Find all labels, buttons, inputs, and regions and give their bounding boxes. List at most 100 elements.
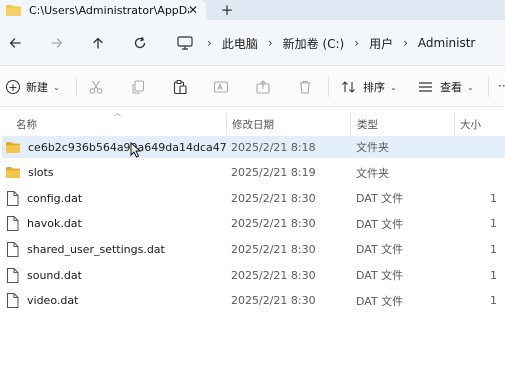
folder-icon	[6, 4, 21, 16]
file-row[interactable]: video.dat 2025/2/21 8:30 DAT 文件 1	[2, 290, 505, 312]
breadcrumb-separator: ›	[267, 36, 273, 50]
tab-strip: C:\Users\Administrator\AppDa ✕ +	[0, 0, 505, 20]
breadcrumb-separator: ›	[354, 36, 360, 50]
arrow-right-icon	[51, 38, 63, 48]
sort-button[interactable]: 排序 ⌄	[341, 78, 397, 96]
breadcrumb-separator: ›	[207, 36, 212, 50]
delete-icon	[299, 80, 311, 94]
forward-button[interactable]	[47, 33, 67, 53]
delete-button[interactable]	[297, 79, 313, 95]
file-size: 1	[490, 191, 497, 205]
file-name: slots	[28, 166, 54, 180]
tab-active[interactable]: C:\Users\Administrator\AppDa ✕	[0, 0, 206, 20]
copy-button[interactable]	[130, 79, 146, 95]
cut-button[interactable]	[88, 79, 104, 95]
tab-close-button[interactable]: ✕	[185, 2, 201, 18]
plus-circle-icon: +	[6, 80, 20, 94]
arrow-left-icon	[9, 38, 21, 48]
tab-title: C:\Users\Administrator\AppDa	[29, 3, 189, 17]
rename-button[interactable]	[213, 79, 229, 95]
chevron-down-icon: ⌄	[467, 82, 474, 92]
file-name-cell: sound.dat	[6, 264, 228, 286]
column-header-type[interactable]: 类型	[357, 111, 447, 137]
file-date: 2025/2/21 8:18	[231, 140, 316, 154]
file-size: 1	[490, 268, 497, 282]
folder-icon	[6, 141, 20, 153]
share-button[interactable]	[255, 79, 271, 95]
file-type: DAT 文件	[356, 243, 404, 257]
breadcrumb-users[interactable]: 用户	[369, 35, 393, 52]
file-row[interactable]: sound.dat 2025/2/21 8:30 DAT 文件 1	[2, 264, 505, 286]
file-size	[490, 136, 505, 158]
sort-label: 排序	[363, 81, 385, 94]
file-size: 1	[490, 294, 497, 308]
column-divider[interactable]	[226, 113, 227, 135]
file-name-cell: video.dat	[6, 290, 228, 312]
breadcrumb-administrator[interactable]: Administr	[418, 36, 475, 50]
file-type: DAT 文件	[356, 217, 404, 231]
file-row[interactable]: shared_user_settings.dat 2025/2/21 8:30 DA…	[2, 238, 505, 260]
view-label: 查看	[440, 81, 462, 94]
file-name: sound.dat	[27, 268, 82, 282]
file-row[interactable]: havok.dat 2025/2/21 8:30 DAT 文件 1	[2, 213, 505, 235]
file-name-cell: config.dat	[6, 187, 228, 209]
file-date: 2025/2/21 8:30	[231, 268, 316, 282]
new-tab-button[interactable]: +	[218, 1, 236, 19]
breadcrumb-drive-c[interactable]: 新加卷 (C:)	[283, 35, 345, 52]
file-date: 2025/2/21 8:30	[231, 294, 316, 308]
cut-icon	[89, 80, 103, 94]
navigation-bar: › 此电脑 › 新加卷 (C:) › 用户 › Administr	[0, 20, 505, 66]
file-size: 1	[490, 242, 497, 256]
file-name: havok.dat	[27, 217, 82, 231]
file-list: ︿ 名称 修改日期 类型 大小 ce6b2c936b564a90a649da14…	[0, 107, 505, 378]
new-label: 新建	[26, 81, 48, 94]
more-options-button[interactable]: ···	[498, 79, 505, 93]
file-icon	[7, 190, 19, 206]
chevron-down-icon: ⌄	[390, 82, 397, 92]
file-name: ce6b2c936b564a90a649da14dca47...	[28, 140, 228, 154]
file-type: DAT 文件	[356, 269, 404, 282]
toolbar-divider	[328, 77, 329, 97]
address-bar[interactable]: › 此电脑 › 新加卷 (C:) › 用户 › Administr	[165, 29, 505, 57]
file-size	[490, 162, 505, 184]
up-button[interactable]	[88, 33, 108, 53]
refresh-button[interactable]	[130, 33, 150, 53]
breadcrumb-this-pc[interactable]: 此电脑	[222, 35, 258, 52]
file-size: 1	[490, 217, 497, 231]
back-button[interactable]	[5, 33, 25, 53]
copy-icon	[132, 80, 145, 94]
file-date: 2025/2/21 8:30	[231, 217, 316, 231]
chevron-down-icon: ⌄	[53, 82, 60, 92]
column-header-date[interactable]: 修改日期	[232, 111, 342, 137]
file-name: config.dat	[27, 191, 83, 205]
view-list-icon	[419, 82, 432, 92]
paste-icon	[173, 79, 187, 95]
column-divider[interactable]	[454, 113, 455, 135]
rename-icon	[213, 81, 229, 93]
file-row[interactable]: config.dat 2025/2/21 8:30 DAT 文件 1	[2, 187, 505, 209]
column-header-name[interactable]: 名称	[16, 111, 216, 137]
column-header-size[interactable]: 大小	[460, 111, 500, 137]
new-button[interactable]: + 新建 ⌄	[6, 78, 60, 96]
file-type: DAT 文件	[356, 294, 404, 308]
toolbar-divider	[76, 77, 77, 97]
file-icon	[7, 293, 19, 309]
file-type: 文件夹	[356, 166, 389, 180]
file-date: 2025/2/21 8:30	[231, 242, 316, 256]
view-button[interactable]: 查看 ⌄	[418, 78, 474, 96]
file-type: 文件夹	[356, 141, 389, 154]
file-name-cell: ce6b2c936b564a90a649da14dca47...	[6, 136, 228, 158]
paste-button[interactable]	[172, 79, 188, 95]
file-row[interactable]: slots 2025/2/21 8:19 文件夹	[2, 162, 505, 184]
mouse-cursor-icon	[130, 142, 142, 158]
arrow-up-icon	[93, 37, 103, 49]
share-icon	[256, 80, 270, 94]
command-bar: + 新建 ⌄ 排序 ⌄ 查看 ⌄ ·	[0, 67, 505, 107]
file-name-cell: havok.dat	[6, 213, 228, 235]
file-row[interactable]: ce6b2c936b564a90a649da14dca47... 2025/2/2…	[2, 136, 505, 158]
file-date: 2025/2/21 8:30	[231, 191, 316, 205]
folder-icon	[6, 167, 20, 179]
file-icon	[7, 216, 19, 232]
column-divider[interactable]	[350, 113, 351, 135]
file-name-cell: shared_user_settings.dat	[6, 238, 228, 260]
